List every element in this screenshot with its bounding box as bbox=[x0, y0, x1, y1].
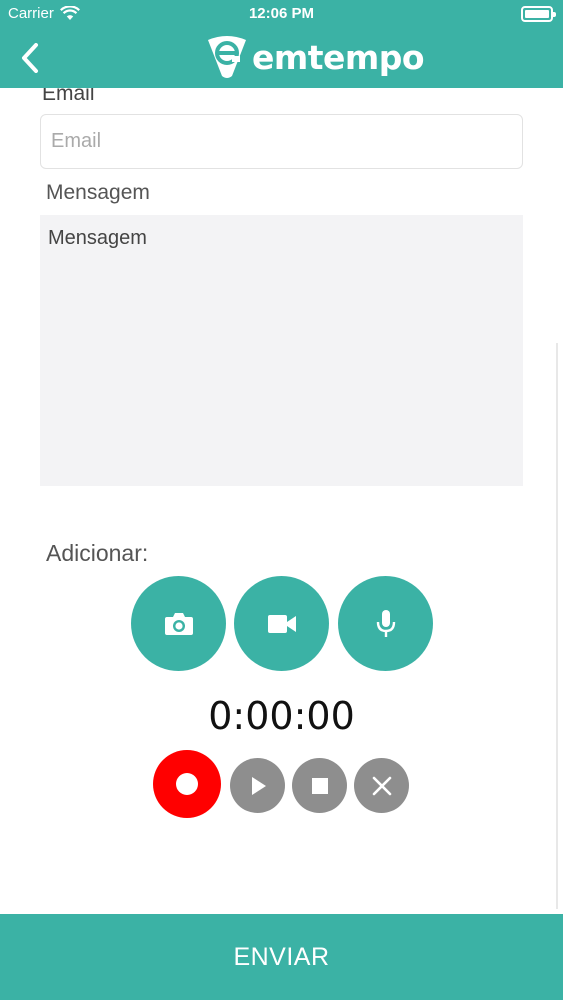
email-field[interactable]: Email bbox=[40, 114, 523, 169]
message-textarea[interactable]: Mensagem bbox=[40, 215, 523, 486]
form-content[interactable]: Email Email Mensagem Mensagem Adicionar:… bbox=[0, 88, 563, 914]
message-label: Mensagem bbox=[46, 181, 150, 204]
play-button[interactable] bbox=[230, 758, 285, 813]
back-button[interactable] bbox=[10, 38, 50, 78]
camera-icon bbox=[164, 612, 193, 635]
add-attachment-label: Adicionar: bbox=[46, 540, 149, 566]
send-button[interactable]: ENVIAR bbox=[0, 914, 563, 1000]
logo-mark-icon bbox=[208, 36, 246, 78]
scrollbar[interactable] bbox=[556, 343, 558, 909]
send-button-label: ENVIAR bbox=[233, 942, 330, 971]
video-button[interactable] bbox=[234, 576, 329, 671]
recording-timer: 0:00:00 bbox=[208, 694, 355, 738]
app-logo: emtempo bbox=[204, 34, 425, 80]
play-icon bbox=[251, 776, 266, 795]
cancel-button[interactable] bbox=[354, 758, 409, 813]
status-time: 12:06 PM bbox=[248, 5, 315, 22]
camera-button[interactable] bbox=[131, 576, 226, 671]
record-icon bbox=[176, 773, 198, 795]
record-button[interactable] bbox=[153, 750, 221, 818]
video-icon bbox=[267, 614, 296, 633]
logo-text: emtempo bbox=[252, 37, 425, 77]
battery-icon bbox=[521, 6, 556, 22]
stop-button[interactable] bbox=[292, 758, 347, 813]
close-icon bbox=[372, 776, 391, 795]
stop-icon bbox=[311, 777, 328, 794]
chevron-left-icon bbox=[22, 43, 38, 73]
nav-bar: emtempo bbox=[0, 28, 563, 88]
status-bar: Carrier 12:06 PM bbox=[0, 0, 563, 28]
microphone-icon bbox=[376, 609, 395, 637]
email-label: Email bbox=[42, 88, 95, 105]
microphone-button[interactable] bbox=[338, 576, 433, 671]
